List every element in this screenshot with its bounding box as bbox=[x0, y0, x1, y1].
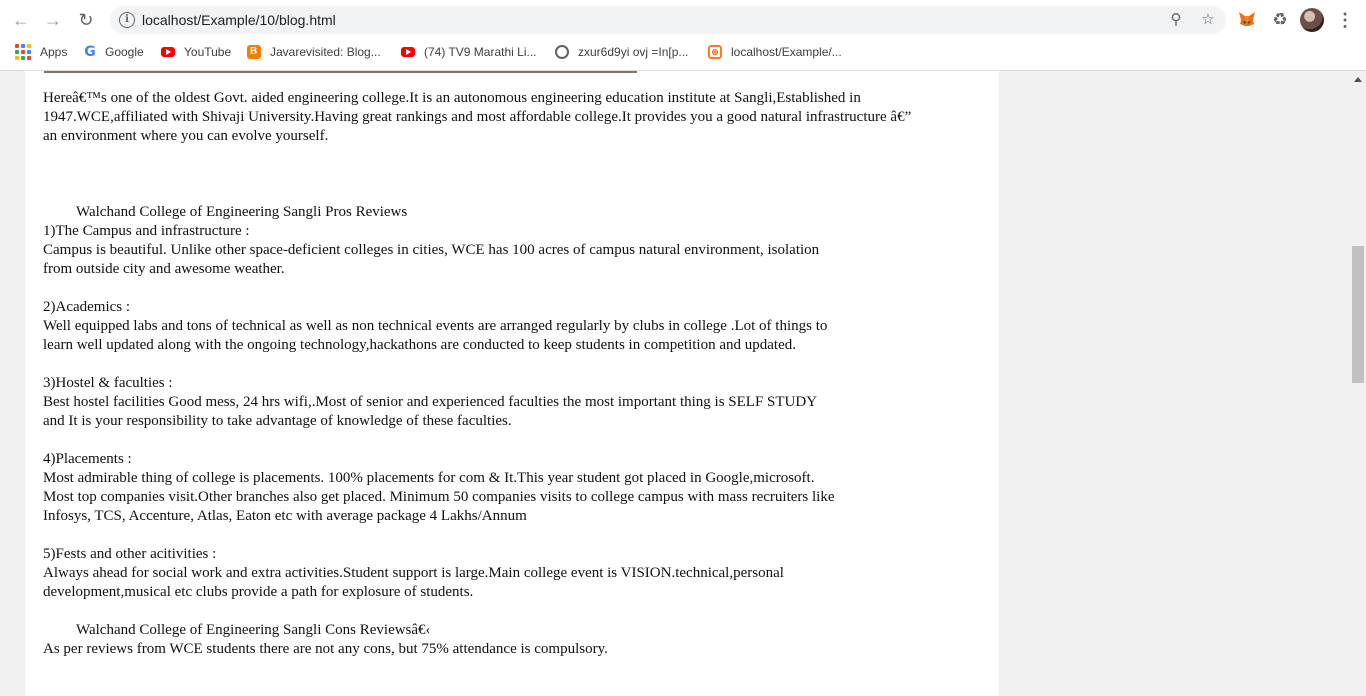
address-bar[interactable]: i localhost/Example/10/blog.html ⚲ ☆ bbox=[110, 6, 1226, 34]
article-body: Hereâ€™s one of the oldest Govt. aided e… bbox=[43, 89, 983, 659]
cons-body: As per reviews from WCE students there a… bbox=[43, 641, 608, 657]
reload-icon[interactable]: ↻ bbox=[73, 8, 99, 32]
youtube-icon bbox=[401, 46, 415, 57]
hero-image-bottom-edge bbox=[44, 71, 637, 73]
forward-arrow-icon[interactable]: → bbox=[40, 8, 66, 32]
bookmarks-bar: Apps G Google YouTube Javarevisited: Blog… bbox=[0, 40, 1366, 71]
section-title: 2)Academics : bbox=[43, 299, 131, 315]
scroll-up-arrow-icon[interactable] bbox=[1354, 77, 1362, 82]
bookmark-localhost[interactable]: ⊛ localhost/Example/... bbox=[708, 40, 842, 70]
pros-heading: Walchand College of Engineering Sangli P… bbox=[76, 204, 408, 220]
browser-menu-icon[interactable]: ⋮ bbox=[1334, 9, 1356, 31]
bookmark-label: Javarevisited: Blog... bbox=[270, 45, 381, 59]
bookmark-youtube[interactable]: YouTube bbox=[161, 40, 231, 70]
star-bookmark-icon[interactable]: ☆ bbox=[1198, 10, 1218, 30]
profile-avatar[interactable] bbox=[1300, 8, 1324, 32]
back-arrow-icon[interactable]: ← bbox=[8, 8, 34, 32]
section-body: Best hostel facilities Good mess, 24 hrs… bbox=[43, 394, 818, 429]
bookmark-javarevisited[interactable]: Javarevisited: Blog... bbox=[247, 40, 381, 70]
blogger-icon bbox=[247, 44, 261, 59]
intro-paragraph: Hereâ€™s one of the oldest Govt. aided e… bbox=[43, 90, 912, 144]
bookmark-label: (74) TV9 Marathi Li... bbox=[424, 45, 537, 59]
bookmark-tv9-marathi[interactable]: (74) TV9 Marathi Li... bbox=[401, 40, 537, 70]
apps-grid-icon bbox=[15, 43, 31, 60]
page-viewport: Hereâ€™s one of the oldest Govt. aided e… bbox=[0, 71, 1350, 696]
section-body: Well equipped labs and tons of technical… bbox=[43, 318, 828, 353]
section-title: 1)The Campus and infrastructure : bbox=[43, 223, 250, 239]
section-body: Always ahead for social work and extra a… bbox=[43, 565, 784, 600]
bookmark-label: Google bbox=[105, 45, 144, 59]
section-title: 3)Hostel & faculties : bbox=[43, 375, 173, 391]
bookmark-label: localhost/Example/... bbox=[731, 45, 842, 59]
site-info-icon[interactable]: i bbox=[119, 12, 135, 28]
bookmark-zxur[interactable]: zxur6d9yi ovj =In[p... bbox=[555, 40, 688, 70]
section-title: 5)Fests and other acitivities : bbox=[43, 546, 217, 562]
cons-heading: Walchand College of Engineering Sangli C… bbox=[76, 622, 431, 638]
bookmark-label: zxur6d9yi ovj =In[p... bbox=[578, 45, 689, 59]
page-scrollbar[interactable] bbox=[1350, 71, 1366, 696]
bookmark-label: Apps bbox=[40, 45, 68, 59]
url-text[interactable]: localhost/Example/10/blog.html bbox=[142, 6, 336, 34]
google-icon: G bbox=[84, 44, 96, 60]
blog-article: Hereâ€™s one of the oldest Govt. aided e… bbox=[25, 71, 999, 696]
metamask-fox-icon[interactable] bbox=[1237, 9, 1259, 31]
scrollbar-thumb[interactable] bbox=[1352, 246, 1364, 383]
youtube-icon bbox=[161, 46, 175, 57]
section-title: 4)Placements : bbox=[43, 451, 132, 467]
bookmark-apps[interactable]: Apps bbox=[15, 40, 67, 70]
xampp-icon: ⊛ bbox=[708, 44, 722, 59]
section-body: Most admirable thing of college is place… bbox=[43, 470, 835, 524]
browser-toolbar: ← → ↻ i localhost/Example/10/blog.html ⚲… bbox=[0, 0, 1366, 40]
bookmark-google[interactable]: G Google bbox=[82, 40, 144, 70]
section-body: Campus is beautiful. Unlike other space-… bbox=[43, 242, 820, 277]
globe-icon bbox=[555, 44, 569, 59]
bookmark-label: YouTube bbox=[184, 45, 232, 59]
zoom-icon[interactable]: ⚲ bbox=[1166, 10, 1186, 30]
extensions-puzzle-icon[interactable]: ♻ bbox=[1269, 9, 1291, 31]
